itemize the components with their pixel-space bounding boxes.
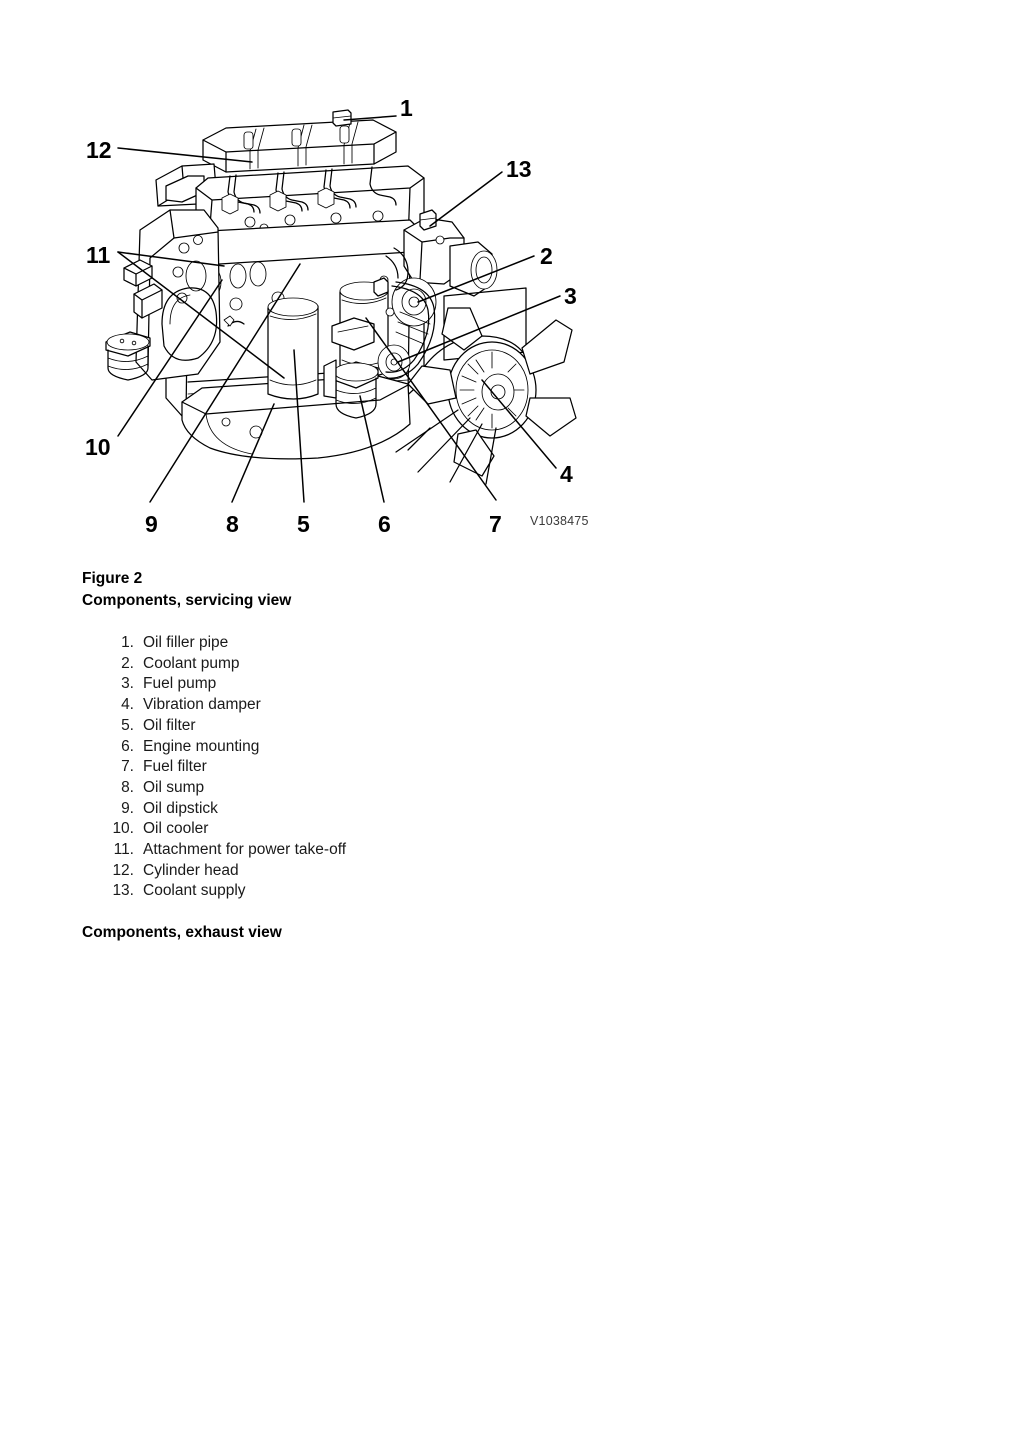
component-legend-number: 6. — [121, 737, 134, 755]
component-legend-item: 13. Coolant supply — [82, 881, 642, 902]
component-legend-label: Oil filler pipe — [143, 634, 229, 651]
component-legend-item: 7. Fuel filter — [82, 757, 642, 778]
component-legend-item: 3. Fuel pump — [82, 674, 642, 695]
callout-number-11: 11 — [86, 242, 111, 268]
component-legend-label: Fuel pump — [143, 675, 217, 693]
component-legend-number: 9. — [121, 799, 134, 817]
callout-number-12: 12 — [86, 137, 112, 163]
component-legend-item: 8. Oil sump — [82, 778, 642, 799]
oil-filter-canister — [267, 297, 319, 400]
component-legend-item: 11. Attachment for power take-off — [82, 840, 642, 861]
callout-number-13: 13 — [506, 156, 532, 182]
component-legend-label: Oil cooler — [143, 820, 209, 838]
component-legend-label: Cylinder head — [143, 861, 239, 879]
callout-number-6: 6 — [378, 511, 391, 537]
component-legend-label: Oil dipstick — [143, 799, 218, 817]
figure-caption: Figure 2 Components, servicing view — [82, 568, 682, 612]
callout-number-9: 9 — [145, 511, 158, 537]
callout-number-8: 8 — [226, 511, 239, 537]
section-heading-exhaust-view: Components, exhaust view — [82, 924, 282, 941]
component-legend-label: Fuel filter — [143, 758, 207, 776]
component-legend-label: Attachment for power take-off — [143, 841, 347, 859]
component-legend-label: Vibration damper — [143, 696, 261, 714]
callout-number-3: 3 — [564, 283, 577, 309]
component-legend-item: 1. Oil filler pipe — [82, 633, 642, 654]
callout-number-7: 7 — [489, 511, 502, 537]
engine-line-drawing: .ln { fill:none; stroke:#000; stroke-wid… — [78, 80, 608, 550]
component-legend-number: 7. — [121, 758, 134, 776]
component-legend-item: 9. Oil dipstick — [82, 799, 642, 820]
callout-number-4: 4 — [560, 461, 573, 487]
component-legend-label: Coolant supply — [143, 882, 246, 900]
component-legend-number: 5. — [121, 716, 134, 734]
component-legend-item: 6. Engine mounting — [82, 737, 642, 758]
component-legend-label: Oil sump — [143, 778, 205, 796]
component-legend-item: 4. Vibration damper — [82, 695, 642, 716]
component-legend-number: 4. — [121, 696, 134, 714]
component-legend-number: 13. — [112, 882, 134, 900]
component-legend-item: 10. Oil cooler — [82, 819, 642, 840]
component-legend-number: 1. — [121, 634, 134, 651]
document-page: .ln { fill:none; stroke:#000; stroke-wid… — [0, 0, 1024, 1449]
component-legend-label: Engine mounting — [143, 737, 260, 755]
callout-number-10: 10 — [85, 434, 111, 460]
component-legend-item: 5. Oil filter — [82, 716, 642, 737]
component-legend-label: Oil filter — [143, 716, 196, 734]
component-legend-item: 12. Cylinder head — [82, 861, 642, 882]
figure-id-label: V1038475 — [530, 514, 589, 528]
component-legend-number: 3. — [121, 675, 134, 693]
callout-number-1: 1 — [400, 95, 413, 121]
callout-number-2: 2 — [540, 243, 553, 269]
component-legend-list: 1. Oil filler pipe 2. Coolant pump 3. Fuel pu… — [82, 633, 642, 902]
component-legend-number: 2. — [121, 654, 134, 672]
component-legend-item: 2. Coolant pump — [82, 654, 642, 675]
figure-caption-title: Figure 2 — [82, 570, 143, 587]
vibration-damper — [447, 341, 537, 439]
coolant-pump-pulley — [391, 277, 437, 327]
component-legend-number: 8. — [121, 778, 134, 796]
component-legend-label: Coolant pump — [143, 654, 240, 672]
component-legend-number: 12. — [112, 861, 134, 879]
component-legend-number: 10. — [112, 820, 134, 838]
figure-caption-subtitle: Components, servicing view — [82, 592, 292, 609]
component-legend-number: 11. — [113, 841, 134, 859]
engine-diagram-figure: .ln { fill:none; stroke:#000; stroke-wid… — [78, 80, 608, 550]
callout-number-5: 5 — [297, 511, 310, 537]
